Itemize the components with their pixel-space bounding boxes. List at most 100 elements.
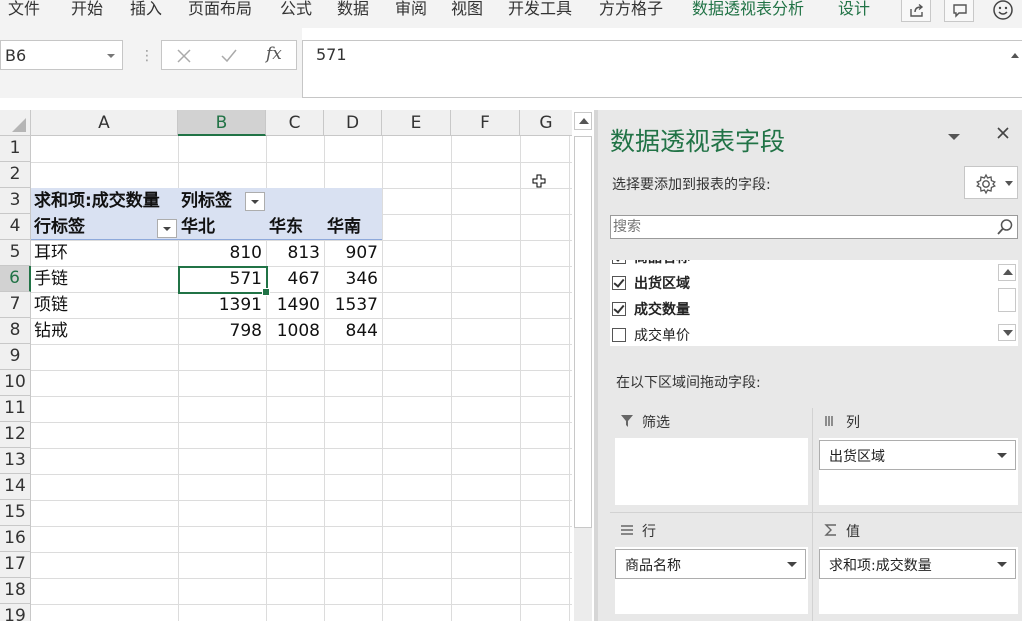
region-header[interactable]: 华南 <box>324 214 382 240</box>
search-input[interactable] <box>613 218 983 236</box>
tab-developer[interactable]: 开发工具 <box>508 0 572 20</box>
row-header[interactable]: 10 <box>0 370 31 396</box>
row-header[interactable]: 5 <box>0 240 31 266</box>
tab-pivot-analyze[interactable]: 数据透视表分析 <box>692 0 804 20</box>
drag-handle-icon[interactable]: ⋮ <box>140 48 154 64</box>
row-header[interactable]: 8 <box>0 318 31 344</box>
close-icon[interactable] <box>176 48 192 64</box>
row-header[interactable]: 13 <box>0 448 31 474</box>
field-checkbox[interactable] <box>612 302 626 316</box>
search-icon[interactable] <box>996 218 1014 236</box>
filter-drop-zone[interactable] <box>615 438 808 505</box>
formula-input[interactable]: 571 <box>302 40 1022 98</box>
row-header[interactable]: 15 <box>0 500 31 526</box>
row-header[interactable]: 9 <box>0 344 31 370</box>
scrollbar-thumb[interactable] <box>574 136 592 528</box>
row-header[interactable]: 14 <box>0 474 31 500</box>
crosshair-cursor-icon <box>532 174 546 188</box>
chevron-down-icon[interactable] <box>107 54 115 58</box>
table-cell[interactable]: 810 <box>178 240 266 266</box>
scroll-up-button[interactable] <box>998 264 1016 281</box>
smiley-icon[interactable] <box>992 0 1014 21</box>
vertical-scrollbar[interactable] <box>572 110 594 621</box>
table-cell[interactable]: 1391 <box>178 292 266 318</box>
column-header-b[interactable]: B <box>178 110 266 136</box>
columns-drop-zone[interactable]: 出货区域 <box>819 438 1018 505</box>
column-header-c[interactable]: C <box>266 110 324 136</box>
region-header[interactable]: 华东 <box>266 214 324 240</box>
table-cell[interactable]: 467 <box>266 266 324 292</box>
comment-button[interactable] <box>944 0 974 22</box>
scroll-up-button[interactable] <box>574 112 592 130</box>
table-row-label[interactable]: 手链 <box>31 266 178 292</box>
rows-drop-zone[interactable]: 商品名称 <box>615 547 808 614</box>
row-header[interactable]: 18 <box>0 578 31 604</box>
tab-view[interactable]: 视图 <box>451 0 483 20</box>
tab-fangfang[interactable]: 方方格子 <box>599 0 663 20</box>
close-icon[interactable] <box>996 126 1010 140</box>
table-cell[interactable]: 1008 <box>266 318 324 344</box>
insert-function-button[interactable]: fx <box>266 44 282 64</box>
values-field-chip[interactable]: 求和项:成交数量 <box>819 549 1016 579</box>
pane-options-chevron-icon[interactable] <box>948 134 960 140</box>
worksheet-grid[interactable] <box>0 100 572 621</box>
field-list-scrollbar[interactable] <box>996 260 1018 346</box>
table-cell[interactable]: 1537 <box>324 292 382 318</box>
select-all-button[interactable] <box>0 110 31 136</box>
columns-field-chip[interactable]: 出货区域 <box>819 440 1016 470</box>
scroll-down-button[interactable] <box>998 324 1016 341</box>
field-checkbox[interactable] <box>612 328 626 342</box>
table-cell[interactable]: 907 <box>324 240 382 266</box>
row-header[interactable]: 2 <box>0 162 31 188</box>
tab-review[interactable]: 审阅 <box>395 0 427 20</box>
scrollbar-track[interactable] <box>574 528 592 621</box>
row-header[interactable]: 19 <box>0 604 31 621</box>
column-filter-button[interactable] <box>245 192 265 211</box>
row-header[interactable]: 12 <box>0 422 31 448</box>
values-drop-zone[interactable]: 求和项:成交数量 <box>819 547 1018 614</box>
row-header[interactable]: 11 <box>0 396 31 422</box>
row-header[interactable]: 17 <box>0 552 31 578</box>
table-cell[interactable]: 813 <box>266 240 324 266</box>
row-filter-button[interactable] <box>157 219 177 238</box>
tools-button[interactable] <box>964 166 1018 199</box>
row-header[interactable]: 1 <box>0 136 31 162</box>
region-header[interactable]: 华北 <box>178 214 266 240</box>
tab-insert[interactable]: 插入 <box>130 0 162 20</box>
tab-formulas[interactable]: 公式 <box>280 0 312 20</box>
pivot-row-label[interactable]: 行标签 <box>31 214 178 240</box>
field-search[interactable] <box>610 215 1018 239</box>
row-header[interactable]: 3 <box>0 188 31 214</box>
column-header-d[interactable]: D <box>324 110 382 136</box>
tab-data[interactable]: 数据 <box>337 0 369 20</box>
row-header-selected[interactable]: 6 <box>0 266 31 292</box>
name-box[interactable]: B6 <box>0 40 123 70</box>
field-list[interactable]: 商品名称 出货区域 成交数量 成交单价 <box>610 260 1018 346</box>
chevron-up-icon[interactable] <box>1011 53 1019 58</box>
row-header[interactable]: 16 <box>0 526 31 552</box>
share-button[interactable] <box>901 0 931 22</box>
field-checkbox[interactable] <box>612 276 626 290</box>
table-row-label[interactable]: 项链 <box>31 292 178 318</box>
tab-page-layout[interactable]: 页面布局 <box>188 0 252 20</box>
column-header-a[interactable]: A <box>31 110 178 136</box>
row-header[interactable]: 4 <box>0 214 31 240</box>
tab-home[interactable]: 开始 <box>71 0 103 20</box>
check-icon[interactable] <box>220 48 238 64</box>
column-header-e[interactable]: E <box>382 110 451 136</box>
scrollbar-thumb[interactable] <box>998 288 1016 312</box>
table-row-label[interactable]: 耳环 <box>31 240 178 266</box>
field-checkbox[interactable] <box>612 260 626 264</box>
table-cell[interactable]: 1490 <box>266 292 324 318</box>
table-row-label[interactable]: 钻戒 <box>31 318 178 344</box>
row-header[interactable]: 7 <box>0 292 31 318</box>
table-cell[interactable]: 844 <box>324 318 382 344</box>
tab-pivot-design[interactable]: 设计 <box>838 0 870 20</box>
pivot-value-label[interactable]: 求和项:成交数量 <box>31 188 178 214</box>
table-cell[interactable]: 798 <box>178 318 266 344</box>
rows-field-chip[interactable]: 商品名称 <box>615 549 806 579</box>
column-header-g[interactable]: G <box>520 110 572 136</box>
table-cell[interactable]: 346 <box>324 266 382 292</box>
tab-file[interactable]: 文件 <box>8 0 40 20</box>
column-header-f[interactable]: F <box>451 110 520 136</box>
